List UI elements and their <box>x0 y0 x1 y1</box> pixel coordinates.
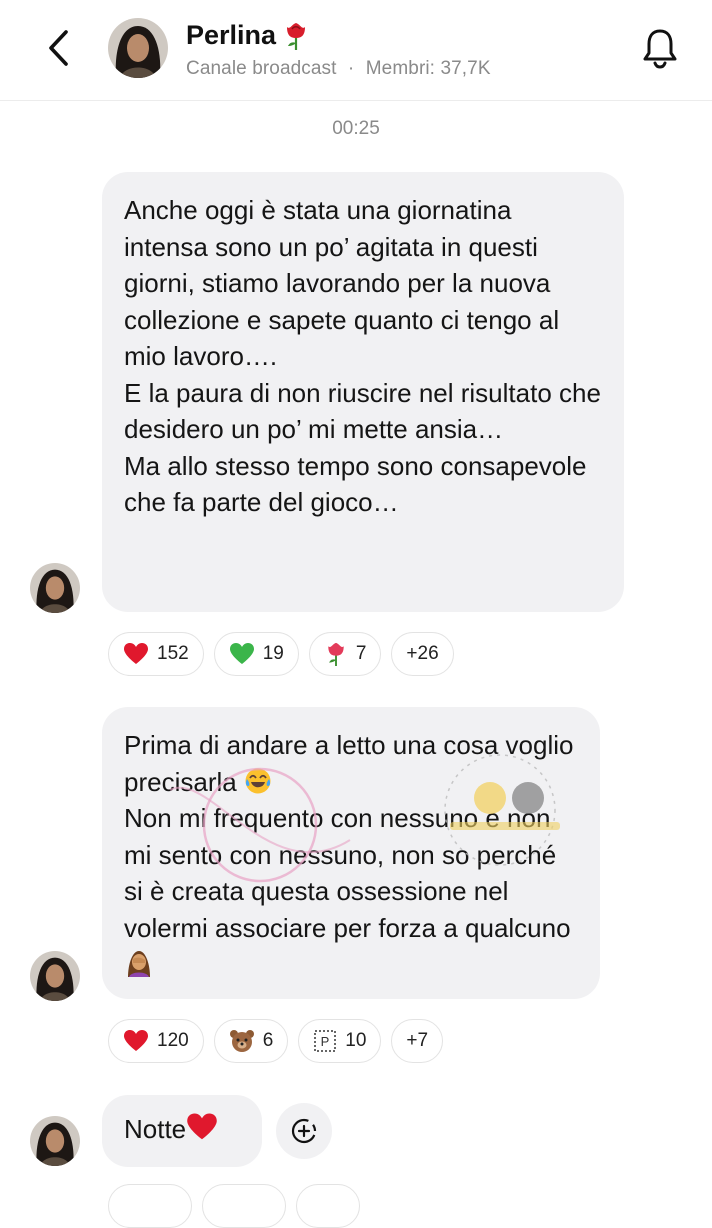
message-bubble[interactable]: Anche oggi è stata una giornatina intens… <box>102 172 624 612</box>
red-heart-icon <box>124 643 148 664</box>
sender-avatar[interactable] <box>30 1116 80 1166</box>
reaction-chip[interactable]: 120 <box>108 1019 204 1063</box>
reaction-count: 10 <box>345 1030 367 1051</box>
message-bubble[interactable]: Prima di andare a letto una cosa voglio … <box>102 707 600 999</box>
reaction-count: 6 <box>262 1030 274 1051</box>
svg-text:P: P <box>321 1034 330 1049</box>
message-paragraph: Prima di andare a letto una cosa voglio … <box>124 727 578 800</box>
channel-title: Perlina <box>186 20 310 51</box>
add-reaction-button[interactable] <box>276 1103 332 1159</box>
reaction-chip[interactable] <box>296 1184 360 1228</box>
channel-name: Perlina <box>186 20 277 50</box>
chat-header: Perlina Canale broadcast · Membri: 37,7K <box>0 0 712 101</box>
reaction-count: 152 <box>157 643 189 664</box>
channel-subtitle: Canale broadcast · Membri: 37,7K <box>186 58 491 80</box>
message-paragraph: Notte <box>124 1111 240 1148</box>
joy-emoji-icon <box>245 768 271 793</box>
reaction-bar-partial <box>108 1184 360 1228</box>
back-button[interactable] <box>40 28 76 68</box>
notifications-button[interactable] <box>638 26 682 70</box>
message-bubble[interactable]: Notte <box>102 1095 262 1167</box>
channel-type: Canale broadcast <box>186 58 337 79</box>
message-timestamp: 00:25 <box>332 118 380 139</box>
reaction-count: +7 <box>406 1030 429 1051</box>
reaction-chip[interactable]: 152 <box>108 632 204 676</box>
reaction-chip[interactable] <box>108 1184 192 1228</box>
message-paragraph: Anche oggi è stata una giornatina intens… <box>124 195 560 371</box>
reaction-count: 7 <box>355 643 367 664</box>
reaction-bar: 152 19 7 +26 <box>108 632 454 676</box>
member-count: Membri: 37,7K <box>365 58 491 79</box>
reaction-chip[interactable]: 6 <box>213 1019 289 1063</box>
reaction-bar: 120 6 P 10 +7 <box>108 1019 444 1063</box>
reaction-count: 19 <box>262 643 284 664</box>
rose-icon <box>328 642 344 666</box>
message-paragraph: E la paura di non riuscire nel risultato… <box>124 377 601 445</box>
sender-avatar[interactable] <box>30 951 80 1001</box>
bear-icon <box>229 1030 254 1052</box>
reaction-chip[interactable]: 19 <box>213 632 299 676</box>
rose-icon <box>287 22 306 50</box>
reaction-count: +26 <box>406 643 439 664</box>
reaction-chip[interactable] <box>202 1184 286 1228</box>
more-reactions-chip[interactable]: +7 <box>391 1019 444 1063</box>
add-reaction-icon <box>291 1118 317 1144</box>
person-facepalming-icon <box>128 951 150 977</box>
bell-icon <box>643 29 677 69</box>
sender-avatar[interactable] <box>30 563 80 613</box>
chevron-left-icon <box>49 30 68 66</box>
message-text: Prima di andare a letto una cosa voglio … <box>124 730 574 797</box>
p-button-icon: P <box>314 1030 337 1052</box>
red-heart-icon <box>187 1113 217 1140</box>
more-reactions-chip[interactable]: +26 <box>391 632 454 676</box>
message-text: Non mi frequento con nessuno e non mi se… <box>124 803 571 943</box>
message-text: Notte <box>124 1114 187 1144</box>
red-heart-icon <box>124 1030 148 1051</box>
reaction-chip[interactable]: P 10 <box>298 1019 382 1063</box>
message-paragraph: Ma allo stesso tempo sono consapevole ch… <box>124 450 587 518</box>
reaction-chip[interactable]: 7 <box>308 632 382 676</box>
message-paragraph: Non mi frequento con nessuno e non mi se… <box>124 800 578 983</box>
green-heart-icon <box>229 643 254 664</box>
reaction-count: 120 <box>157 1030 189 1051</box>
subtitle-separator: · <box>347 58 355 79</box>
channel-avatar[interactable] <box>108 18 168 78</box>
